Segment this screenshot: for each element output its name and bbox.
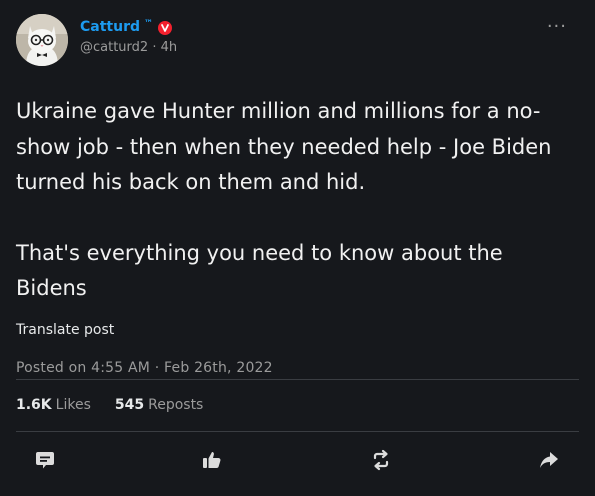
post-header: Catturd ™ @catturd2 · 4h ··· — [16, 14, 579, 66]
share-icon — [538, 449, 560, 475]
likes-label: Likes — [55, 397, 91, 413]
repost-button[interactable] — [367, 448, 395, 476]
post-timestamp: Posted on 4:55 AM · Feb 26th, 2022 — [16, 359, 273, 376]
divider — [16, 431, 579, 432]
post-stats: 1.6K Likes 545 Reposts — [16, 397, 203, 413]
more-options-icon[interactable]: ··· — [547, 18, 567, 36]
share-button[interactable] — [535, 448, 563, 476]
comment-icon — [34, 449, 56, 475]
reposts-label: Reposts — [148, 397, 204, 413]
divider — [16, 379, 579, 380]
post-body: Ukraine gave Hunter million and millions… — [16, 94, 576, 307]
translate-post-link[interactable]: Translate post — [16, 322, 114, 338]
author-display-name[interactable]: Catturd — [80, 19, 140, 35]
post-paragraph-1: Ukraine gave Hunter million and millions… — [16, 99, 552, 194]
post-card: Catturd ™ @catturd2 · 4h ··· Ukraine gav… — [0, 0, 595, 496]
like-icon — [201, 449, 223, 475]
avatar[interactable] — [16, 14, 68, 66]
author-handle-time: @catturd2 · 4h — [80, 40, 178, 55]
action-bar — [0, 448, 595, 476]
author-info: Catturd ™ @catturd2 · 4h — [80, 16, 547, 55]
trademark-mark: ™ — [144, 19, 153, 29]
likes-stat[interactable]: 1.6K Likes — [16, 397, 91, 413]
author-name-row: Catturd ™ — [80, 16, 547, 38]
repost-icon — [370, 449, 392, 475]
post-paragraph-2: That's everything you need to know about… — [16, 240, 503, 301]
comment-button[interactable] — [31, 448, 59, 476]
verified-badge-icon — [158, 20, 172, 35]
likes-count: 1.6K — [16, 397, 52, 413]
reposts-count: 545 — [114, 397, 145, 413]
reposts-stat[interactable]: 545 Reposts — [115, 397, 203, 413]
like-button[interactable] — [198, 448, 226, 476]
